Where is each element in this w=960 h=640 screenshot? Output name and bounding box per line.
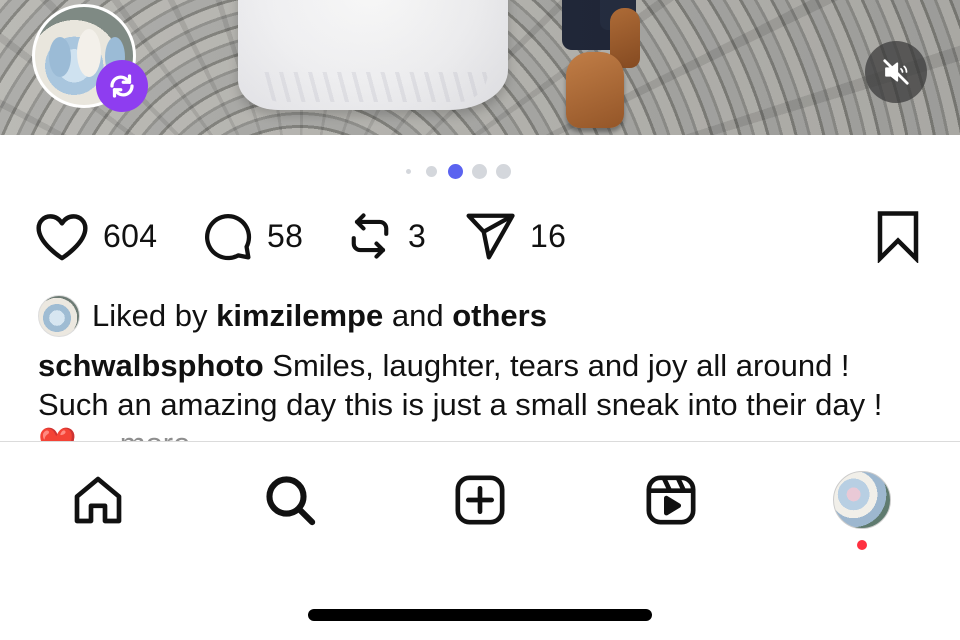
carousel-dot: [426, 166, 437, 177]
likes-count[interactable]: 604: [103, 218, 157, 255]
liker-avatar[interactable]: [38, 295, 80, 337]
photo-shade: [0, 0, 960, 135]
liker-username[interactable]: kimzilempe: [216, 298, 383, 334]
liked-by-joiner: and: [391, 298, 444, 333]
red-heart-emoji: ❤️: [38, 426, 77, 442]
nav-profile-avatar[interactable]: [833, 471, 891, 529]
shares-count[interactable]: 16: [530, 218, 566, 255]
home-indicator[interactable]: [308, 609, 652, 621]
caption-username[interactable]: schwalbsphoto: [38, 348, 264, 383]
nav-search[interactable]: [258, 470, 322, 534]
like-action[interactable]: 604: [34, 208, 157, 264]
nav-home[interactable]: [66, 470, 130, 534]
notification-dot: [857, 540, 867, 550]
avatar-figure: [49, 37, 71, 77]
repost-action[interactable]: 3: [344, 208, 426, 264]
caption-ellipsis: ...: [85, 426, 111, 442]
search-icon[interactable]: [262, 472, 318, 533]
save-action[interactable]: [874, 208, 922, 264]
carousel-dot: [496, 164, 511, 179]
repost-icon[interactable]: [344, 208, 396, 264]
nav-create[interactable]: [448, 470, 512, 534]
liked-by-row[interactable]: Liked by kimzilempe and others: [38, 294, 547, 338]
caption-more-link[interactable]: more: [120, 426, 191, 442]
liked-by-others[interactable]: others: [452, 298, 547, 334]
nav-reels[interactable]: [639, 470, 703, 534]
bookmark-icon[interactable]: [874, 209, 922, 263]
post-caption[interactable]: schwalbsphoto Smiles, laughter, tears an…: [38, 346, 918, 442]
plus-square-icon[interactable]: [452, 472, 508, 533]
home-icon[interactable]: [70, 472, 126, 533]
avatar-figure: [77, 29, 101, 77]
post-media[interactable]: [0, 0, 960, 135]
carousel-dot: [406, 169, 411, 174]
send-icon[interactable]: [462, 209, 518, 263]
carousel-indicator: [0, 163, 960, 179]
comment-icon[interactable]: [200, 209, 254, 263]
reels-icon[interactable]: [643, 472, 699, 533]
speaker-muted-icon[interactable]: [865, 41, 927, 103]
share-action[interactable]: 16: [462, 208, 566, 264]
comments-count[interactable]: 58: [267, 218, 303, 255]
carousel-dot-active: [448, 164, 463, 179]
liked-by-prefix: Liked by: [92, 298, 208, 333]
heart-icon[interactable]: [34, 210, 90, 262]
remix-icon[interactable]: [96, 60, 148, 112]
carousel-dot: [472, 164, 487, 179]
reposts-count[interactable]: 3: [408, 218, 426, 255]
comment-action[interactable]: 58: [200, 208, 303, 264]
